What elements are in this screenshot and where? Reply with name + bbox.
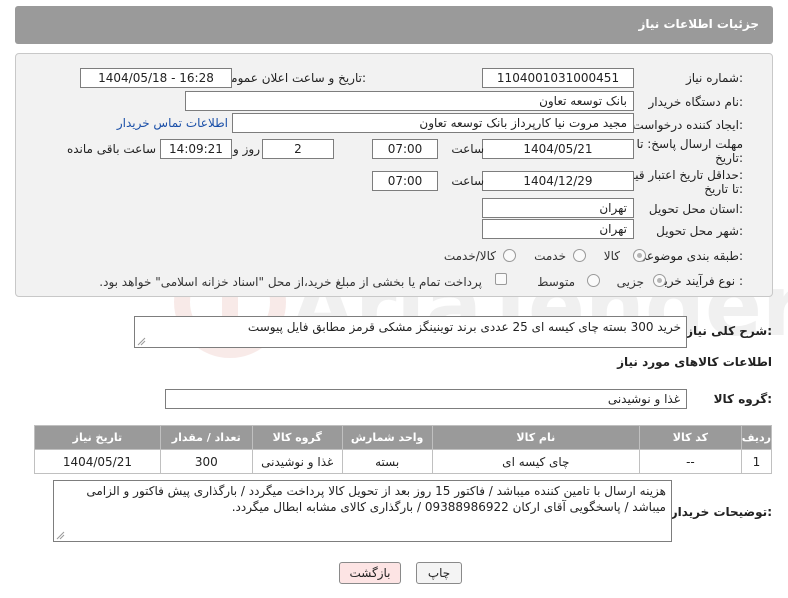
reply-deadline-label-1: مهلت ارسال پاسخ: تا xyxy=(636,137,743,151)
need-number-field: 1104001031000451 xyxy=(482,68,634,88)
treasury-payment-checkbox[interactable] xyxy=(495,273,507,285)
days-label: روز و xyxy=(233,142,260,156)
cell-unit: بسته xyxy=(341,449,433,474)
back-button[interactable]: بازگشت xyxy=(339,562,401,584)
reply-deadline-label-2: تاریخ: xyxy=(715,151,743,165)
col-quantity: تعداد / مقدار xyxy=(159,425,253,450)
days-field: 2 xyxy=(262,139,334,159)
resize-handle-icon[interactable] xyxy=(56,531,65,540)
price-deadline-label-2: تا تاریخ: xyxy=(704,182,743,196)
page-header: جزئیات اطلاعات نیاز xyxy=(15,6,773,44)
process-option-minor: جزیی xyxy=(616,275,644,289)
reply-time-field: 07:00 xyxy=(372,139,438,159)
price-deadline-label-1: حداقل تاریخ اعتبار قیمت: xyxy=(616,168,743,182)
print-button[interactable]: چاپ xyxy=(416,562,462,584)
resize-handle-icon[interactable] xyxy=(137,337,146,346)
col-group: گروه کالا xyxy=(251,425,343,450)
reply-hour-label: ساعت xyxy=(451,142,484,156)
price-hour-label: ساعت xyxy=(451,174,484,188)
cell-name: چای کیسه ای xyxy=(431,449,641,474)
cell-code: -- xyxy=(639,449,742,474)
creator-label: ایجاد کننده درخواست: xyxy=(632,118,743,132)
announce-date-field: 1404/05/18 - 16:28 xyxy=(80,68,232,88)
buyer-contact-link[interactable]: اطلاعات تماس خریدار xyxy=(117,116,228,130)
page-title: جزئیات اطلاعات نیاز xyxy=(638,17,759,31)
goods-table-header: ردیف کد کالا نام کالا واحد شمارش گروه کا… xyxy=(34,425,773,450)
category-radio-goods[interactable] xyxy=(633,249,646,262)
category-option-goods: کالا xyxy=(603,249,620,263)
city-field: تهران xyxy=(482,219,634,239)
col-unit: واحد شمارش xyxy=(341,425,433,450)
category-option-goods-service: کالا/خدمت xyxy=(443,249,496,263)
goods-group-label: گروه کالا: xyxy=(713,392,772,406)
buyer-notes-label: توضیحات خریدار: xyxy=(670,505,772,519)
goods-group-field: غذا و نوشیدنی xyxy=(165,389,687,409)
reply-date-field: 1404/05/21 xyxy=(482,139,634,159)
description-text: خرید 300 بسته چای کیسه ای 25 عددی برند ت… xyxy=(247,320,681,334)
col-name: نام کالا xyxy=(431,425,641,450)
buyer-notes-textarea: هزینه ارسال با تامین کننده میباشد / فاکت… xyxy=(53,480,672,542)
category-label: طبقه بندی موضوعی: xyxy=(636,249,743,263)
goods-table: ردیف کد کالا نام کالا واحد شمارش گروه کا… xyxy=(34,425,773,474)
process-radio-minor[interactable] xyxy=(653,274,666,287)
need-number-label: شماره نیاز: xyxy=(685,71,743,85)
price-time-field: 07:00 xyxy=(372,171,438,191)
province-field: تهران xyxy=(482,198,634,218)
col-row: ردیف xyxy=(740,425,773,450)
col-need-date: تاریخ نیاز xyxy=(34,425,161,450)
buyer-org-label: نام دستگاه خریدار: xyxy=(648,95,744,109)
description-textarea: خرید 300 بسته چای کیسه ای 25 عددی برند ت… xyxy=(134,316,687,348)
province-label: استان محل تحویل: xyxy=(648,202,743,216)
remaining-time-field: 14:09:21 xyxy=(160,139,232,159)
announce-date-label: تاریخ و ساعت اعلان عمومی: xyxy=(221,71,366,85)
process-label: نوع فرآیند خرید : xyxy=(658,274,743,288)
remaining-time-label: ساعت باقی مانده xyxy=(66,142,156,156)
treasury-payment-note: پرداخت تمام یا بخشی از مبلغ خرید،از محل … xyxy=(99,275,482,289)
buyer-org-field: بانک توسعه تعاون xyxy=(185,91,634,111)
cell-row: 1 xyxy=(740,449,773,474)
table-row: 1 -- چای کیسه ای بسته غذا و نوشیدنی 300 … xyxy=(34,449,773,474)
category-option-service: خدمت xyxy=(534,249,566,263)
process-radio-medium[interactable] xyxy=(587,274,600,287)
category-radio-service[interactable] xyxy=(573,249,586,262)
category-radio-goods-service[interactable] xyxy=(503,249,516,262)
description-label: شرح کلی نیاز: xyxy=(686,324,772,338)
cell-need-date: 1404/05/21 xyxy=(34,449,161,474)
creator-field: مجید مروت نیا کارپرداز بانک توسعه تعاون xyxy=(232,113,634,133)
cell-quantity: 300 xyxy=(159,449,253,474)
buyer-notes-text: هزینه ارسال با تامین کننده میباشد / فاکت… xyxy=(86,484,666,514)
goods-section-title: اطلاعات کالاهای مورد نیاز xyxy=(617,355,772,369)
price-date-field: 1404/12/29 xyxy=(482,171,634,191)
process-option-medium: متوسط xyxy=(537,275,575,289)
col-code: کد کالا xyxy=(639,425,742,450)
city-label: شهر محل تحویل: xyxy=(656,224,743,238)
cell-group: غذا و نوشیدنی xyxy=(251,449,343,474)
